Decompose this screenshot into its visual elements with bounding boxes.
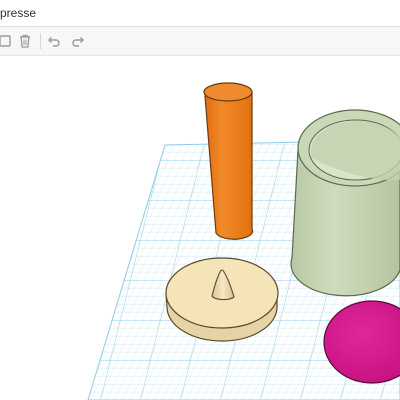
copy-icon — [0, 35, 11, 47]
document-title[interactable]: presse — [0, 6, 36, 20]
undo-button[interactable] — [42, 30, 64, 52]
3d-viewport[interactable] — [0, 56, 400, 400]
redo-icon — [72, 37, 84, 47]
edit-toolbar — [0, 27, 400, 56]
undo-icon — [48, 37, 60, 47]
green-tube[interactable] — [290, 109, 400, 297]
trash-icon — [20, 34, 30, 48]
toolbar-divider — [40, 33, 41, 49]
redo-button[interactable] — [68, 30, 90, 52]
delete-button[interactable] — [14, 30, 36, 52]
title-bar: presse — [0, 0, 400, 27]
